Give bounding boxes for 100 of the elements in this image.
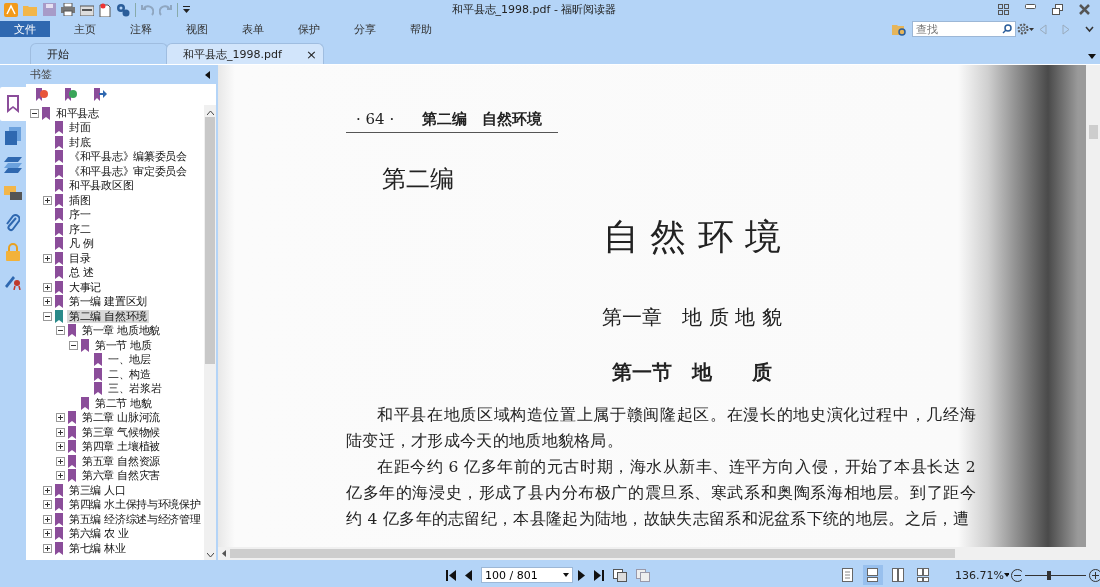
- menu-tab[interactable]: 注释: [114, 21, 168, 37]
- bookmark-item[interactable]: 第一编 建置区划: [67, 295, 149, 309]
- collapse-panel-icon[interactable]: [205, 70, 210, 79]
- menu-tab[interactable]: 保护: [282, 21, 336, 37]
- close-icon[interactable]: [1079, 4, 1090, 15]
- bookmark-item[interactable]: 序二: [67, 222, 93, 236]
- bookmark-item[interactable]: 序一: [67, 208, 93, 222]
- settings-icon[interactable]: [1017, 23, 1034, 35]
- layers-icon[interactable]: [4, 156, 22, 173]
- restore-icon[interactable]: [1052, 4, 1063, 15]
- folder-search-icon[interactable]: [892, 22, 907, 36]
- document-tab[interactable]: 和平县志_1998.pdf ×: [166, 43, 324, 64]
- menu-tab[interactable]: 帮助: [394, 21, 448, 37]
- bookmark-item[interactable]: 总 述: [67, 266, 96, 280]
- menu-tab[interactable]: 主页: [58, 21, 112, 37]
- bookmark-item[interactable]: 第六编 农 业: [67, 527, 131, 541]
- bookmark-item[interactable]: 封面: [67, 121, 93, 135]
- bookmark-item[interactable]: 一、地层: [106, 353, 153, 367]
- expand-icon[interactable]: [43, 529, 52, 539]
- expand-icon[interactable]: [43, 195, 52, 205]
- previous-view-icon[interactable]: [613, 568, 627, 582]
- bookmark-item[interactable]: 封底: [67, 135, 93, 149]
- menu-tab[interactable]: 分享: [338, 21, 392, 37]
- menu-tab[interactable]: 文件: [0, 21, 50, 37]
- collapse-icon[interactable]: [56, 326, 65, 336]
- bookmark-item[interactable]: 《和平县志》编纂委员会: [67, 150, 189, 164]
- zoom-out-icon[interactable]: [1011, 568, 1023, 582]
- minimize-icon[interactable]: [1025, 4, 1036, 9]
- next-page-icon[interactable]: [578, 569, 585, 581]
- bookmark-item[interactable]: 第七编 林业: [67, 541, 128, 555]
- expand-icon[interactable]: [56, 427, 65, 437]
- expand-icon[interactable]: [43, 543, 52, 553]
- bookmark-item[interactable]: 三、岩浆岩: [106, 382, 164, 396]
- customize-menu-icon[interactable]: [183, 5, 190, 14]
- bookmark-item[interactable]: 目录: [67, 251, 93, 265]
- dropdown-icon[interactable]: [1003, 573, 1010, 577]
- page-number-field[interactable]: 100 / 801: [481, 567, 573, 583]
- chevron-down-icon[interactable]: [1085, 25, 1094, 33]
- view-mode-button[interactable]: [863, 565, 883, 585]
- scroll-left-icon[interactable]: [222, 550, 226, 557]
- scroll-down-icon[interactable]: [206, 553, 214, 557]
- last-page-icon[interactable]: [594, 569, 604, 581]
- dropdown-icon[interactable]: [1088, 54, 1096, 59]
- bookmark-item[interactable]: 第五编 经济综述与经济管理: [67, 512, 203, 526]
- bookmark-item[interactable]: 第一章 地质地貌: [80, 324, 162, 338]
- scanner-icon[interactable]: [80, 3, 94, 16]
- bookmark-item[interactable]: 第三编 人口: [67, 483, 128, 497]
- search-field[interactable]: 查找: [912, 21, 1016, 37]
- new-document-icon[interactable]: [99, 2, 111, 17]
- expand-icon[interactable]: [43, 253, 52, 263]
- bookmark-item[interactable]: 二、构造: [106, 367, 153, 381]
- expand-icon[interactable]: [43, 514, 52, 524]
- print-icon[interactable]: [61, 3, 75, 16]
- grid-icon[interactable]: [998, 4, 1009, 15]
- bookmark-item[interactable]: 和平县政区图: [67, 179, 136, 193]
- bookmark-item[interactable]: 第二编 自然环境: [67, 309, 149, 323]
- paperclip-icon[interactable]: [6, 213, 20, 232]
- bookmark-item[interactable]: 第五章 自然资源: [80, 454, 162, 468]
- bookmark-item[interactable]: 第三章 气候物候: [80, 425, 162, 439]
- bookmark-item[interactable]: 第四章 土壤植被: [80, 440, 162, 454]
- collapse-icon[interactable]: [43, 311, 52, 321]
- bookmark-icon[interactable]: [7, 95, 19, 113]
- expand-icon[interactable]: [56, 442, 65, 452]
- pages-icon[interactable]: [5, 126, 21, 145]
- zoom-slider[interactable]: [1025, 570, 1086, 580]
- bookmark-item[interactable]: 第六章 自然灾害: [80, 469, 162, 483]
- bookmark-item[interactable]: 《和平县志》审定委员会: [67, 164, 189, 178]
- expand-icon[interactable]: [56, 413, 65, 423]
- bookmark-item[interactable]: 第一节 地质: [93, 338, 154, 352]
- menu-tab[interactable]: 视图: [170, 21, 224, 37]
- menu-tab[interactable]: 表单: [226, 21, 280, 37]
- expand-icon[interactable]: [43, 282, 52, 292]
- bookmark-item[interactable]: 和平县志: [54, 106, 101, 120]
- scrollbar-thumb[interactable]: [1088, 125, 1098, 139]
- expand-icon[interactable]: [43, 500, 52, 510]
- bookmark-item[interactable]: 凡 例: [67, 237, 96, 251]
- bookmark-item[interactable]: 大事记: [67, 280, 104, 294]
- expand-icon[interactable]: [43, 297, 52, 307]
- expand-icon[interactable]: [43, 485, 52, 495]
- scroll-up-icon[interactable]: [206, 111, 214, 115]
- bookmark-item[interactable]: 第四编 水土保持与环境保护: [67, 498, 203, 512]
- document-tab[interactable]: 开始: [30, 43, 168, 64]
- zoom-in-icon[interactable]: [1089, 568, 1100, 582]
- comments-icon[interactable]: [4, 185, 22, 202]
- collapse-icon[interactable]: [30, 108, 39, 118]
- scrollbar-thumb[interactable]: [205, 117, 215, 364]
- close-tab-button[interactable]: ×: [300, 46, 323, 62]
- previous-page-icon[interactable]: [465, 569, 472, 581]
- expand-icon[interactable]: [56, 471, 65, 481]
- collapse-icon[interactable]: [69, 340, 78, 350]
- add-bookmark-icon[interactable]: [65, 88, 78, 101]
- scrollbar-thumb[interactable]: [230, 549, 955, 558]
- gears-icon[interactable]: [116, 2, 130, 17]
- bookmark-item[interactable]: 插图: [67, 193, 93, 207]
- bookmark-item[interactable]: 第二章 山脉河流: [80, 411, 162, 425]
- expand-icon[interactable]: [56, 456, 65, 466]
- move-bookmark-icon[interactable]: [94, 88, 107, 101]
- bookmark-item[interactable]: 第二节 地貌: [93, 396, 154, 410]
- first-page-icon[interactable]: [446, 569, 456, 581]
- delete-bookmark-icon[interactable]: [36, 88, 49, 101]
